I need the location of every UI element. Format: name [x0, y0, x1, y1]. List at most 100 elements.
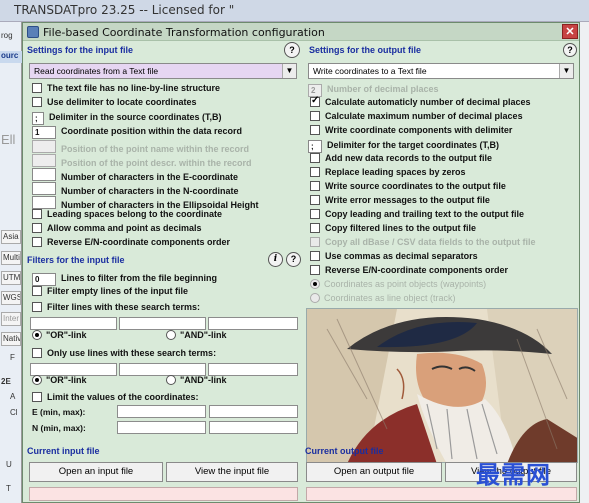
point-descr-position-field[interactable] — [32, 154, 56, 167]
close-icon[interactable]: ✕ — [562, 24, 578, 39]
search-term-field[interactable] — [208, 317, 298, 330]
input-option-coordinate-position: 1 Coordinate position within the data rec… — [32, 125, 242, 139]
input-option-reverse-en[interactable]: Reverse E/N-coordinate components order — [32, 236, 230, 250]
only-use-search-terms[interactable]: Only use lines with these search terms: — [32, 347, 216, 361]
output-option-copy-text[interactable]: Copy leading and trailing text to the ou… — [310, 208, 524, 222]
output-option-auto-decimals[interactable]: Calculate automaticly number of decimal … — [310, 95, 531, 110]
input-help-icon[interactable]: ? — [284, 42, 300, 58]
limit-coordinate-values[interactable]: Limit the values of the coordinates: — [32, 391, 199, 405]
input-option-point-name-position: Position of the point name within the re… — [32, 139, 249, 154]
checkbox[interactable] — [310, 124, 320, 135]
output-option-add-records[interactable]: Add new data records to the output file — [310, 152, 492, 166]
filter-or-link[interactable]: "OR"-link — [32, 329, 87, 343]
target-delimiter-field[interactable]: ; — [308, 140, 322, 153]
checkbox[interactable] — [32, 285, 42, 296]
background-left-panel: rog ourc Ell Asia Multi UTM WGS Inter Na… — [0, 22, 22, 503]
open-input-file-button[interactable]: Open an input file — [29, 462, 163, 482]
bg-fragment: ourc — [0, 51, 22, 63]
input-option-chars-n: Number of characters in the N-coordinate — [32, 181, 239, 196]
output-target-value: Write coordinates to a Text file — [313, 66, 427, 76]
output-option-replace-spaces[interactable]: Replace leading spaces by zeros — [310, 166, 466, 180]
open-output-file-button[interactable]: Open an output file — [306, 462, 442, 482]
checkbox[interactable] — [310, 180, 320, 191]
input-option-use-delimiter[interactable]: Use delimiter to locate coordinates — [32, 96, 197, 110]
search-term-field[interactable] — [119, 317, 206, 330]
output-option-copy-dbase[interactable]: Copy all dBase / CSV data fields to the … — [310, 236, 536, 250]
checkbox[interactable] — [310, 250, 320, 261]
radio[interactable] — [166, 329, 176, 340]
output-radio-line-object[interactable]: Coordinates as line object (track) — [310, 292, 456, 306]
checkbox[interactable] — [310, 166, 320, 177]
coordinate-position-field[interactable]: 1 — [32, 126, 56, 139]
bg-fragment[interactable]: UTM — [1, 271, 21, 285]
checkbox[interactable] — [310, 264, 320, 275]
input-option-comma-point[interactable]: Allow comma and point as decimals — [32, 222, 202, 236]
background-window-title: TRANSDATpro 23.25 -- Licensed for " — [14, 3, 235, 17]
search-term-field[interactable] — [30, 317, 117, 330]
chars-e-field[interactable] — [32, 168, 56, 181]
filters-heading: Filters for the input file — [27, 255, 125, 265]
checkbox[interactable] — [32, 301, 42, 312]
checkbox[interactable] — [310, 236, 320, 247]
checkbox[interactable] — [32, 347, 42, 358]
output-option-write-source[interactable]: Write source coordinates to the output f… — [310, 180, 506, 194]
output-target-select[interactable]: Write coordinates to a Text file ▼ — [308, 63, 574, 79]
output-option-write-delimiter[interactable]: Write coordinate components with delimit… — [310, 124, 512, 138]
lines-to-filter-field[interactable]: 0 — [32, 273, 56, 286]
only-use-and-link[interactable]: "AND"-link — [166, 374, 227, 388]
filters-help-icon[interactable]: ? — [286, 252, 301, 267]
bg-fragment[interactable]: Multi — [1, 251, 21, 265]
output-option-max-decimals[interactable]: Calculate maximum number of decimal plac… — [310, 110, 523, 124]
background-titlebar: TRANSDATpro 23.25 -- Licensed for " — [0, 0, 589, 22]
output-option-write-errors[interactable]: Write error messages to the output file — [310, 194, 490, 208]
output-option-reverse-en[interactable]: Reverse E/N-coordinate components order — [310, 264, 508, 278]
radio[interactable] — [32, 329, 42, 340]
checkbox[interactable] — [32, 391, 42, 402]
radio[interactable] — [166, 374, 176, 385]
chars-n-field[interactable] — [32, 182, 56, 195]
input-file-path-box — [29, 487, 298, 501]
n-max-field[interactable] — [209, 421, 298, 434]
output-radio-point-objects[interactable]: Coordinates as point objects (waypoints) — [310, 278, 486, 292]
input-option-no-line-structure[interactable]: The text file has no line-by-line struct… — [32, 82, 220, 96]
input-source-select[interactable]: Read coordinates from a Text file ▼ — [29, 63, 297, 79]
checkbox[interactable] — [32, 222, 42, 233]
checkbox[interactable] — [310, 222, 320, 233]
e-min-field[interactable] — [117, 405, 206, 418]
bg-fragment: Ell — [1, 132, 16, 147]
checkbox[interactable] — [32, 208, 42, 219]
current-output-heading: Current output file — [305, 446, 384, 456]
input-option-leading-spaces[interactable]: Leading spaces belong to the coordinate — [32, 208, 222, 222]
filter-empty-lines[interactable]: Filter empty lines of the input file — [32, 285, 188, 299]
view-input-file-button[interactable]: View the input file — [166, 462, 298, 482]
checkbox[interactable] — [310, 208, 320, 219]
checkbox[interactable] — [32, 236, 42, 247]
checkbox[interactable] — [310, 194, 320, 205]
filter-search-terms[interactable]: Filter lines with these search terms: — [32, 301, 200, 315]
output-help-icon[interactable]: ? — [563, 43, 577, 57]
bg-fragment[interactable]: Asia — [1, 230, 21, 244]
checkbox[interactable] — [310, 152, 320, 163]
bg-fragment[interactable]: WGS — [1, 291, 21, 305]
radio[interactable] — [310, 292, 320, 303]
watermark: 最需网 — [476, 461, 551, 489]
checkbox[interactable] — [32, 96, 42, 107]
n-min-field[interactable] — [117, 421, 206, 434]
radio[interactable] — [32, 374, 42, 385]
delimiter-field[interactable]: ; — [32, 112, 44, 125]
only-use-or-link[interactable]: "OR"-link — [32, 374, 87, 388]
filter-and-link[interactable]: "AND"-link — [166, 329, 227, 343]
info-icon[interactable]: i — [268, 252, 283, 267]
radio[interactable] — [310, 278, 320, 289]
output-option-commas[interactable]: Use commas as decimal separators — [310, 250, 478, 264]
checkbox[interactable] — [310, 95, 320, 107]
bg-fragment[interactable]: Inter — [1, 312, 21, 326]
output-option-copy-filtered[interactable]: Copy filtered lines to the output file — [310, 222, 476, 236]
bg-fragment[interactable]: Nativ — [1, 332, 21, 346]
chars-height-field[interactable] — [32, 196, 56, 209]
e-max-field[interactable] — [209, 405, 298, 418]
checkbox[interactable] — [32, 82, 42, 93]
point-name-position-field[interactable] — [32, 140, 56, 153]
checkbox[interactable] — [310, 110, 320, 121]
n-min-max-label: N (min, max): — [32, 423, 86, 433]
